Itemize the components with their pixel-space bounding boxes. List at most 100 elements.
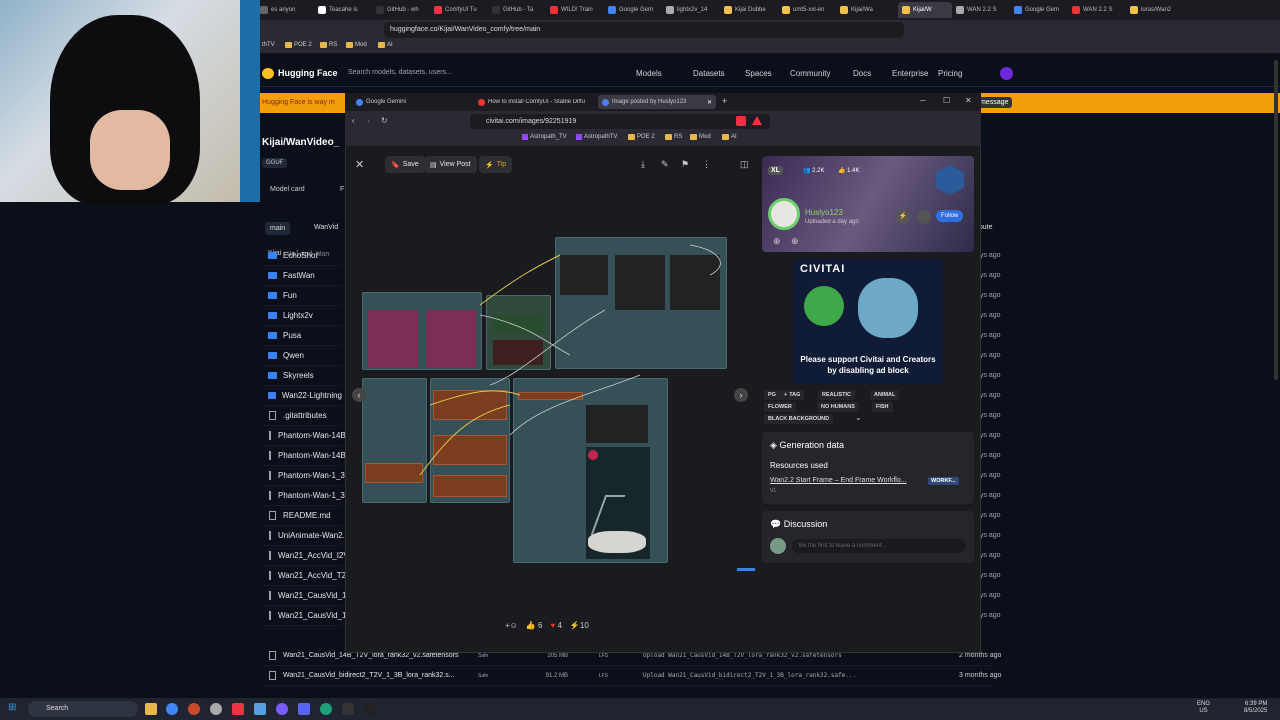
browser-tab[interactable]: Google Gem — [608, 2, 662, 18]
table-row[interactable]: README.md — [262, 506, 342, 526]
tag[interactable]: REALISTIC — [818, 390, 856, 400]
tab-model-card[interactable]: Model card — [270, 186, 305, 193]
rewards-icon[interactable] — [752, 116, 762, 125]
app-icon[interactable] — [188, 703, 200, 715]
browser-tab[interactable]: Kijai/W — [898, 2, 952, 18]
chatgpt-icon[interactable] — [320, 703, 332, 715]
table-row[interactable]: Wan21_CausVid_14 — [262, 586, 351, 606]
comment-input[interactable]: Be the first to leave a comment... — [792, 539, 966, 553]
branch-selector[interactable]: main — [265, 222, 291, 235]
reactions-bar[interactable]: +☺ 👍 6 ♥ 4 ⚡10 — [505, 621, 589, 630]
nav-pricing[interactable]: Pricing — [938, 69, 962, 78]
username[interactable]: Huslyo123 — [805, 208, 843, 217]
close-tab-icon[interactable]: ✕ — [707, 99, 712, 106]
rating-tag[interactable]: PG — [764, 390, 780, 400]
tab-gemini[interactable]: Google Gemini — [352, 95, 470, 109]
maximize-icon[interactable]: ☐ — [943, 96, 950, 105]
flag-icon[interactable]: ⚑ — [681, 159, 689, 170]
save-button[interactable]: 🔖 Save — [385, 156, 425, 173]
tag[interactable]: ANIMAL — [870, 390, 900, 400]
browser-tab[interactable]: Kijai/Wa — [840, 2, 894, 18]
file-name[interactable]: FastWan — [283, 271, 315, 280]
bookmark-item[interactable]: Mod — [690, 134, 711, 140]
nav-models[interactable]: Models — [636, 69, 662, 78]
close-viewer-icon[interactable]: ✕ — [355, 158, 364, 171]
bookmark-item[interactable]: POE 2 — [285, 42, 312, 48]
language-indicator[interactable]: ENG US — [1197, 701, 1210, 715]
bookmark-item[interactable]: AI — [722, 134, 737, 140]
table-row[interactable]: Pusa — [262, 326, 342, 346]
bookmark-item[interactable]: Astropath_TV — [522, 134, 567, 140]
nav-docs[interactable]: Docs — [853, 69, 871, 78]
table-row[interactable]: EchoShot — [262, 246, 342, 266]
browser-tab[interactable]: Kijai Dubbe — [724, 2, 778, 18]
file-name[interactable]: Wan21_CausVid_14 — [278, 591, 351, 600]
browser-tab[interactable]: WAN 2.2 S — [956, 2, 1010, 18]
table-row[interactable]: FastWan — [262, 266, 342, 286]
terminal-icon[interactable] — [342, 703, 354, 715]
expand-tags-icon[interactable]: ⌄ — [855, 413, 862, 422]
reaction-heart[interactable]: ♥ 4 — [550, 621, 561, 630]
minimize-icon[interactable]: ─ — [920, 96, 926, 105]
table-row[interactable]: .gitattributes — [262, 406, 342, 426]
table-row[interactable]: Wan21_AccVid_T2V_ — [262, 566, 356, 586]
table-row[interactable]: Wan22-Lightning — [262, 386, 342, 406]
file-name[interactable]: Phantom-Wan-1_3E — [278, 491, 350, 500]
app-icon[interactable] — [364, 703, 376, 715]
file-name[interactable]: Wan21_CausVid_14 — [278, 611, 351, 620]
file-name[interactable]: Phantom-Wan-14B — [278, 451, 346, 460]
add-reaction-icon[interactable]: +☺ — [505, 621, 518, 630]
tab-comfyui[interactable]: How to install ComfyUI - Stable Diffu — [474, 95, 594, 109]
add-tag-button[interactable]: + TAG — [780, 390, 805, 400]
bookmark-item[interactable]: RS — [665, 134, 682, 140]
tag[interactable]: BLACK BACKGROUND — [764, 414, 834, 424]
hf-search-input[interactable]: Search models, datasets, users... — [348, 69, 452, 76]
banner-message-button[interactable]: message — [976, 97, 1013, 108]
remix-icon[interactable]: ✎ — [661, 159, 669, 170]
bookmark-item[interactable]: AI — [378, 42, 393, 48]
breadcrumb[interactable]: WanVid — [314, 224, 338, 231]
tip-button[interactable]: ⚡ Tip — [479, 156, 513, 173]
tag[interactable]: FLOWER — [764, 402, 796, 412]
table-row[interactable]: Wan21_CausVid_14 — [262, 606, 351, 626]
file-name[interactable]: Fun — [283, 291, 297, 300]
table-row[interactable]: Phantom-Wan-14B — [262, 426, 346, 446]
close-window-icon[interactable]: ✕ — [965, 96, 972, 105]
window-url-field[interactable]: civitai.com/images/92251919 — [470, 114, 770, 129]
resource-link[interactable]: Wan2.2 Start Frame – End Frame Workflo..… — [770, 477, 907, 484]
discord-icon[interactable] — [298, 703, 310, 715]
taskbar-search[interactable]: Search — [28, 701, 138, 717]
browser-tab[interactable]: ComfyUI Tu — [434, 2, 488, 18]
bookmark-item[interactable]: Mod — [346, 42, 367, 48]
app-icon[interactable] — [254, 703, 266, 715]
follow-button[interactable]: Follow — [936, 210, 964, 222]
table-row[interactable]: Fun — [262, 286, 342, 306]
nav-enterprise[interactable]: Enterprise — [892, 69, 928, 78]
avatar[interactable] — [1000, 67, 1013, 80]
browser-tab[interactable]: Google Gem — [1014, 2, 1068, 18]
browser-tab[interactable]: WAN 2.2 S — [1072, 2, 1126, 18]
bookmark-item[interactable]: RS — [320, 42, 337, 48]
file-name[interactable]: Wan22-Lightning — [282, 391, 342, 400]
table-row[interactable]: Lightx2v — [262, 306, 342, 326]
clock[interactable]: 6:39 PM 8/5/2025 — [1244, 701, 1267, 715]
nav-datasets[interactable]: Datasets — [693, 69, 725, 78]
github-icon[interactable] — [210, 703, 222, 715]
hf-brand[interactable]: Hugging Face — [278, 68, 338, 78]
file-explorer-icon[interactable] — [145, 703, 157, 715]
tab-files[interactable]: F — [340, 186, 344, 193]
tag[interactable]: FISH — [872, 402, 893, 412]
nav-community[interactable]: Community — [790, 69, 830, 78]
bookmark-item[interactable]: AstropathTV — [576, 134, 617, 140]
url-field[interactable]: huggingface.co/Kijai/WanVideo_comfy/tree… — [384, 22, 904, 38]
reaction-bolt[interactable]: ⚡10 — [570, 621, 589, 630]
file-name[interactable]: Pusa — [283, 331, 301, 340]
file-name[interactable]: Qwen — [283, 351, 304, 360]
file-name[interactable]: Phantom-Wan-14B — [278, 431, 346, 440]
browser-tab[interactable]: GitHub - Ta — [492, 2, 546, 18]
browser-tab[interactable]: GitHub - wh — [376, 2, 430, 18]
browser-tab[interactable]: umt5-xxl-en — [782, 2, 836, 18]
reaction-like[interactable]: 👍 6 — [526, 621, 543, 630]
tip-user-icon[interactable]: ⚡ — [896, 210, 910, 224]
windows-start-icon[interactable]: ⊞ — [8, 702, 16, 713]
